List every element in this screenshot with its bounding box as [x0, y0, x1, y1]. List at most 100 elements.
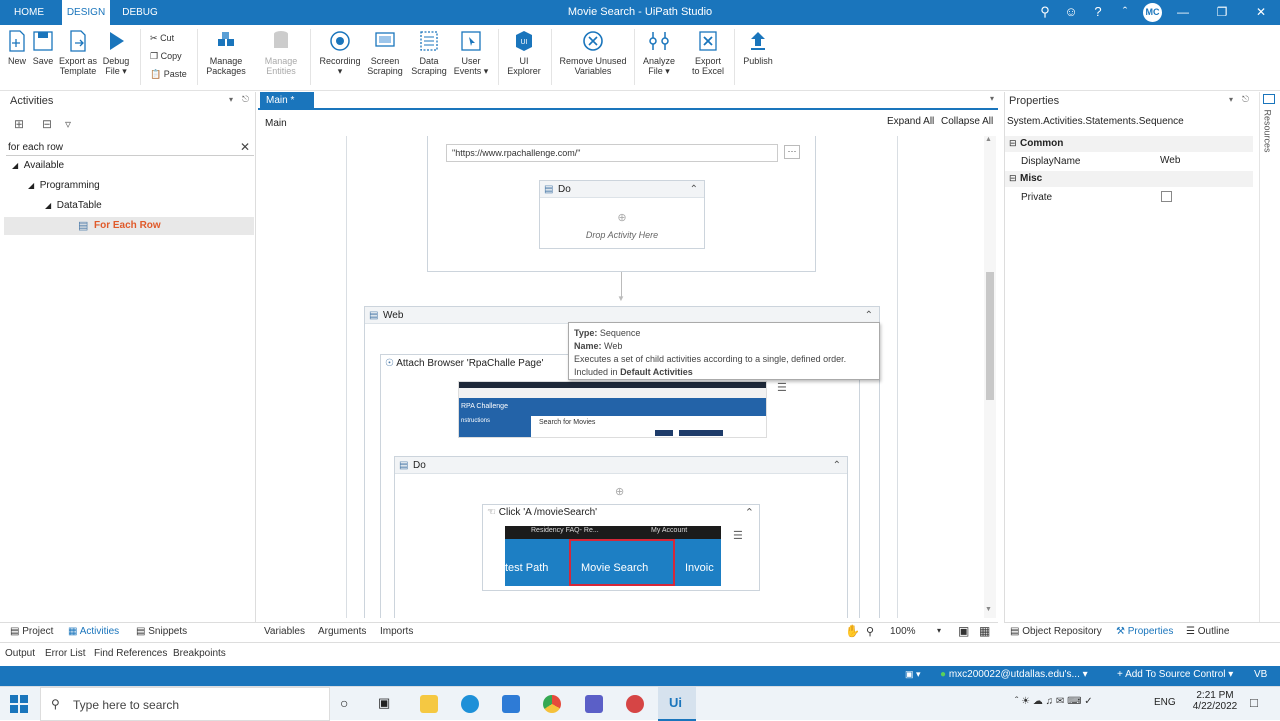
zoom-icon[interactable]: ⚲	[866, 625, 874, 638]
misc-category[interactable]: ⊟ Misc	[1005, 171, 1253, 187]
chrome-icon[interactable]	[543, 695, 561, 713]
resources-icon[interactable]	[1263, 94, 1275, 104]
collapse-icon[interactable]: ⌃	[745, 506, 754, 519]
account-status[interactable]: ● mxc200022@utdallas.edu's... ▾	[940, 669, 1088, 680]
search-input[interactable]: for each row ✕	[6, 140, 254, 156]
tree-item-for-each-row[interactable]: ▤ For Each Row	[4, 217, 254, 235]
tab-main[interactable]: Main * ✕	[260, 92, 314, 124]
export-template-button[interactable]: Export as Template	[57, 29, 99, 76]
overview-icon[interactable]: ▦	[979, 624, 990, 638]
dropdown-icon[interactable]: ▾	[1229, 95, 1233, 104]
recording-button[interactable]: Recording ▾	[316, 29, 364, 76]
resources-tab[interactable]: Resources	[1263, 109, 1273, 152]
windows-start-icon[interactable]	[10, 695, 28, 713]
hand-tool-icon[interactable]: ✋	[845, 624, 860, 638]
browse-url-icon[interactable]: ⋯	[784, 145, 800, 159]
tree-item-available[interactable]: ◢ Available	[12, 160, 64, 171]
user-events-button[interactable]: User Events ▾	[452, 29, 490, 76]
debug-file-button[interactable]: Debug File ▾	[100, 29, 132, 76]
scroll-up-icon[interactable]: ▲	[985, 136, 992, 143]
search-icon[interactable]: ⚲	[1037, 4, 1053, 20]
add-activity-icon[interactable]: ⊕	[615, 485, 624, 498]
pin-icon[interactable]: ⎋	[242, 94, 249, 105]
do-sequence[interactable]: ▤ Do ⌃ ⊕ Drop Activity Here	[539, 180, 705, 249]
language-indicator[interactable]: VB	[1254, 669, 1267, 680]
new-button[interactable]: New	[4, 29, 30, 66]
save-button[interactable]: Save	[31, 29, 55, 66]
taskbar-language[interactable]: ENG	[1154, 697, 1176, 708]
edge-icon[interactable]	[461, 695, 479, 713]
task-view-icon[interactable]: ▣	[378, 695, 390, 711]
collapse-icon[interactable]: ⌃	[833, 457, 841, 474]
menu-icon[interactable]: ☰	[777, 381, 787, 394]
arguments-tab[interactable]: Arguments	[318, 626, 366, 637]
store-icon[interactable]	[502, 695, 520, 713]
analyze-file-button[interactable]: Analyze File ▾	[640, 29, 678, 76]
menu-icon[interactable]: ☰	[733, 529, 743, 542]
data-scraping-button[interactable]: Data Scraping	[410, 29, 448, 76]
click-activity[interactable]: ☜ Click 'A /movieSearch' ⌃ Residency FAQ…	[482, 504, 760, 591]
breakpoints-tab[interactable]: Breakpoints	[173, 648, 226, 659]
restore-icon[interactable]: ❐	[1202, 0, 1242, 25]
teams-icon[interactable]	[585, 695, 603, 713]
zoom-level[interactable]: 100%	[890, 626, 916, 637]
close-icon[interactable]: ✕	[1241, 0, 1280, 25]
manage-packages-button[interactable]: Manage Packages	[204, 29, 248, 76]
manage-entities-button[interactable]: Manage Entities	[258, 29, 304, 76]
common-category[interactable]: ⊟ Common	[1005, 136, 1253, 152]
url-input[interactable]: "https://www.rpachallenge.com/"	[446, 144, 778, 162]
snippets-tab[interactable]: ▤ Snippets	[136, 626, 187, 637]
properties-tab[interactable]: ⚒ Properties	[1116, 626, 1173, 637]
add-activity-icon[interactable]: ⊕	[540, 211, 704, 224]
export-to-excel-button[interactable]: Export to Excel	[688, 29, 728, 76]
activities-tab[interactable]: ▦ Activities	[68, 626, 119, 637]
scroll-down-icon[interactable]: ▼	[985, 606, 992, 613]
uipath-taskbar-button[interactable]: Ui	[658, 687, 696, 721]
clock[interactable]: 2:21 PM 4/22/2022	[1190, 690, 1240, 712]
minimize-icon[interactable]: —	[1163, 0, 1203, 25]
avatar[interactable]: MC	[1143, 3, 1162, 22]
expand-all-link[interactable]: Expand All	[887, 116, 934, 127]
pin-icon[interactable]: ⎋	[1242, 94, 1249, 105]
help-icon[interactable]: ?	[1090, 4, 1106, 20]
cortana-icon[interactable]: ○	[340, 695, 348, 711]
outline-tab[interactable]: ☰ Outline	[1186, 626, 1229, 637]
feedback-icon[interactable]: ☺	[1063, 4, 1079, 20]
fit-screen-icon[interactable]: ▣	[958, 624, 969, 638]
variables-tab[interactable]: Variables	[264, 626, 305, 637]
copy-button[interactable]: ❐ Copy	[150, 51, 182, 62]
canvas-scrollbar[interactable]: ▲ ▼	[984, 136, 996, 618]
output-tab[interactable]: Output	[5, 648, 35, 659]
display-name-field[interactable]: Web	[1160, 155, 1250, 166]
imports-tab[interactable]: Imports	[380, 626, 413, 637]
private-checkbox[interactable]	[1161, 191, 1172, 202]
tree-item-programming[interactable]: ◢ Programming	[28, 180, 100, 191]
chevron-up-icon[interactable]: ˆ	[1117, 4, 1133, 20]
find-references-tab[interactable]: Find References	[94, 648, 167, 659]
remove-unused-variables-button[interactable]: Remove Unused Variables	[558, 29, 628, 76]
dropdown-icon[interactable]: ▾	[229, 95, 233, 104]
object-repository-tab[interactable]: ▤ Object Repository	[1010, 626, 1102, 637]
clear-search-icon[interactable]: ✕	[240, 140, 250, 154]
taskbar-search-input[interactable]: ⚲ Type here to search	[40, 687, 330, 721]
publish-button[interactable]: Publish	[740, 29, 776, 66]
project-tab[interactable]: ▤ Project	[10, 626, 53, 637]
breadcrumb[interactable]: Main	[265, 118, 287, 129]
app-icon[interactable]	[626, 695, 644, 713]
filter-icon[interactable]: ▿	[65, 117, 71, 131]
collapse-all-icon[interactable]: ⊟	[42, 117, 52, 131]
cut-button[interactable]: ✂ Cut	[150, 33, 174, 44]
paste-button[interactable]: 📋 Paste	[150, 69, 187, 80]
collapse-icon[interactable]: ⌃	[690, 181, 698, 198]
tree-item-datatable[interactable]: ◢ DataTable	[45, 200, 102, 211]
tabs-dropdown-icon[interactable]: ▾	[990, 94, 994, 103]
system-tray-icons[interactable]: ˆ ☀ ☁ ♫ ✉ ⌨ ✓	[1015, 696, 1093, 707]
error-list-tab[interactable]: Error List	[45, 648, 86, 659]
scroll-thumb[interactable]	[986, 272, 994, 400]
notification-icon[interactable]: ▣ ▾	[905, 669, 921, 680]
notification-center-icon[interactable]: □	[1250, 695, 1258, 710]
ui-explorer-button[interactable]: UI UI Explorer	[505, 29, 543, 76]
screen-scraping-button[interactable]: Screen Scraping	[366, 29, 404, 76]
expand-all-icon[interactable]: ⊞	[14, 117, 24, 131]
file-explorer-icon[interactable]	[420, 695, 438, 713]
